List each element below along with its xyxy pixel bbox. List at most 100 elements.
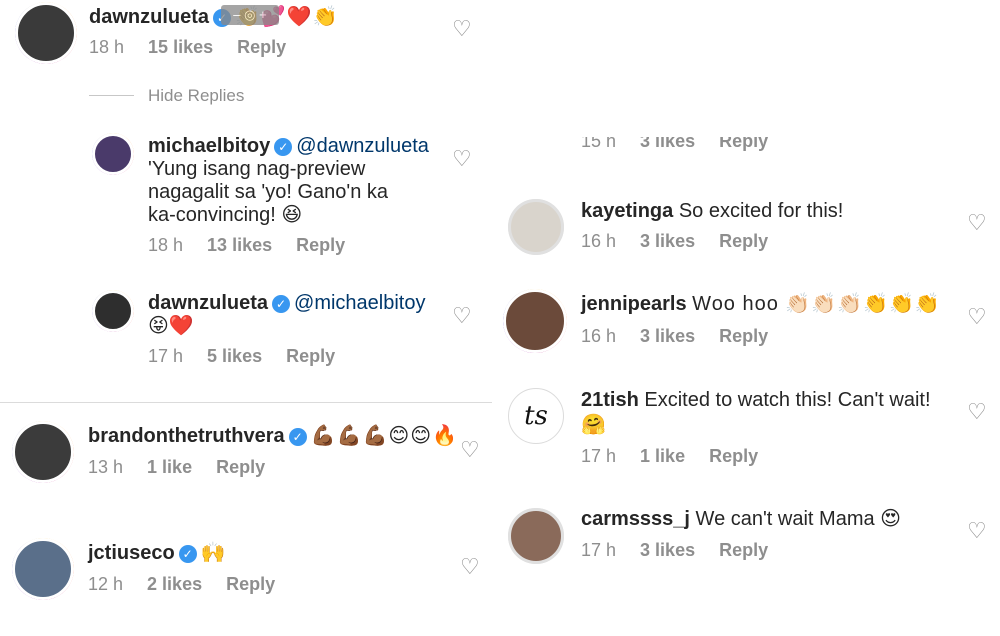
timestamp: 17 h bbox=[148, 346, 184, 366]
avatar[interactable] bbox=[15, 2, 77, 64]
reply-button[interactable]: Reply bbox=[216, 457, 265, 477]
reply-button[interactable]: Reply bbox=[709, 446, 758, 466]
mention-link[interactable]: @michaelbitoy bbox=[294, 292, 425, 314]
timestamp: 16 h bbox=[581, 231, 617, 251]
avatar[interactable]: ts bbox=[508, 388, 564, 444]
right-comment-panel: 15 h 3 likes Reply kayetinga So excited fo… bbox=[492, 0, 1000, 636]
verified-icon: ✓ bbox=[288, 428, 307, 446]
comment-line: kayetinga So excited for this! bbox=[581, 199, 843, 223]
hide-replies-button[interactable]: Hide Replies bbox=[148, 86, 244, 106]
like-heart-icon[interactable]: ♡ bbox=[452, 148, 472, 170]
likes-count[interactable]: 2 likes bbox=[147, 574, 202, 594]
reply-button[interactable]: Reply bbox=[226, 574, 275, 594]
username[interactable]: dawnzulueta bbox=[89, 6, 209, 28]
comment-meta: 17 h 5 likes Reply bbox=[148, 346, 359, 367]
hide-replies-line bbox=[89, 95, 134, 96]
reply-button[interactable]: Reply bbox=[719, 231, 768, 251]
comment-meta: 12 h 2 likes Reply bbox=[88, 574, 299, 595]
comment-line: dawnzulueta ✓ @michaelbitoy bbox=[148, 291, 425, 315]
avatar[interactable] bbox=[508, 199, 564, 255]
username[interactable]: carmssss_j bbox=[581, 508, 690, 530]
avatar[interactable] bbox=[12, 538, 74, 600]
comment-line: brandonthetruthvera ✓ 💪🏾💪🏾💪🏾😊😊🔥 bbox=[88, 424, 458, 448]
comment-meta: 16 h 3 likes Reply bbox=[581, 326, 792, 347]
comment-text: 🙌 bbox=[200, 542, 227, 564]
reply-button[interactable]: Reply bbox=[237, 37, 286, 57]
comment-meta: 16 h 3 likes Reply bbox=[581, 231, 792, 252]
avatar[interactable] bbox=[508, 508, 564, 564]
comment-line: jennipearls Woo hoo 👏🏻👏🏻👏🏻👏👏👏 bbox=[581, 292, 941, 316]
comment-meta: 17 h 3 likes Reply bbox=[581, 540, 792, 561]
like-heart-icon[interactable]: ♡ bbox=[460, 556, 480, 578]
verified-icon: ✓ bbox=[178, 545, 197, 563]
timestamp: 17 h bbox=[581, 540, 617, 560]
reply-button[interactable]: Reply bbox=[719, 326, 768, 346]
comment-text: Woo hoo 👏🏻👏🏻👏🏻👏👏👏 bbox=[692, 293, 941, 315]
comment-text: So excited for this! bbox=[678, 200, 844, 222]
comment-text: 💪🏾💪🏾💪🏾😊😊🔥 bbox=[310, 425, 458, 447]
likes-count[interactable]: 1 like bbox=[640, 446, 685, 466]
comment-meta: 13 h 1 like Reply bbox=[88, 457, 289, 478]
cut-comment-meta: 15 h 3 likes Reply bbox=[492, 137, 1000, 157]
avatar[interactable] bbox=[92, 290, 134, 332]
username[interactable]: michaelbitoy bbox=[148, 135, 270, 157]
likes-count[interactable]: 1 like bbox=[147, 457, 192, 477]
comment-line: dawnzulueta✓👏💕❤️👏 bbox=[89, 5, 339, 29]
timestamp: 12 h bbox=[88, 574, 124, 594]
reply-button[interactable]: Reply bbox=[296, 235, 345, 255]
comment-meta: 18 h 15 likes Reply bbox=[89, 37, 310, 58]
like-heart-icon[interactable]: ♡ bbox=[967, 306, 987, 328]
like-heart-icon[interactable]: ♡ bbox=[460, 439, 480, 461]
like-heart-icon[interactable]: ♡ bbox=[452, 18, 472, 40]
likes-count[interactable]: 3 likes bbox=[640, 231, 695, 251]
reply-button[interactable]: Reply bbox=[286, 346, 335, 366]
comment-line: jctiuseco ✓ 🙌 bbox=[88, 541, 227, 565]
username[interactable]: dawnzulueta bbox=[148, 292, 268, 314]
verified-icon: ✓ bbox=[272, 295, 291, 313]
divider bbox=[0, 402, 492, 403]
username[interactable]: brandonthetruthvera bbox=[88, 425, 285, 447]
reply-button[interactable]: Reply bbox=[719, 540, 768, 560]
comment-meta: 18 h 13 likes Reply bbox=[148, 235, 369, 256]
likes-count[interactable]: 15 likes bbox=[148, 37, 213, 57]
comment-meta: 15 h 3 likes Reply bbox=[581, 137, 792, 152]
comment-text: nagagalit sa 'yo! Gano'n ka bbox=[148, 181, 389, 203]
likes-count[interactable]: 13 likes bbox=[207, 235, 272, 255]
comment-text: Excited to watch this! Can't wait! bbox=[644, 389, 931, 411]
timestamp: 18 h bbox=[148, 235, 184, 255]
comment-line: michaelbitoy ✓ @dawnzulueta bbox=[148, 134, 429, 158]
timestamp: 16 h bbox=[581, 326, 617, 346]
avatar[interactable] bbox=[12, 421, 74, 483]
likes-count[interactable]: 5 likes bbox=[207, 346, 262, 366]
likes-count[interactable]: 3 likes bbox=[640, 326, 695, 346]
comment-text: 🤗 bbox=[581, 414, 606, 436]
like-heart-icon[interactable]: ♡ bbox=[967, 212, 987, 234]
avatar[interactable] bbox=[92, 133, 134, 175]
comment-meta: 17 h 1 like Reply bbox=[581, 446, 782, 467]
comment-text: 'Yung isang nag-preview bbox=[148, 158, 366, 180]
timestamp: 13 h bbox=[88, 457, 124, 477]
mention-link[interactable]: @dawnzulueta bbox=[296, 135, 429, 157]
comment-text: 😝❤️ bbox=[148, 315, 194, 337]
username[interactable]: kayetinga bbox=[581, 200, 673, 222]
like-heart-icon[interactable]: ♡ bbox=[452, 305, 472, 327]
likes-count[interactable]: 3 likes bbox=[640, 137, 695, 151]
likes-count[interactable]: 3 likes bbox=[640, 540, 695, 560]
reply-button[interactable]: Reply bbox=[719, 137, 768, 151]
username[interactable]: 21tish bbox=[581, 389, 639, 411]
like-heart-icon[interactable]: ♡ bbox=[967, 401, 987, 423]
username[interactable]: jennipearls bbox=[581, 293, 687, 315]
zoom-overlay: – ◎ + bbox=[221, 5, 279, 25]
left-comment-panel: dawnzulueta✓👏💕❤️👏 – ◎ + 18 h 15 likes Repl… bbox=[0, 0, 492, 636]
like-heart-icon[interactable]: ♡ bbox=[967, 520, 987, 542]
comment-text: We can't wait Mama 😍 bbox=[695, 508, 902, 530]
timestamp: 17 h bbox=[581, 446, 617, 466]
comment-text: ka-convincing! 😆 bbox=[148, 204, 303, 226]
username[interactable]: jctiuseco bbox=[88, 542, 175, 564]
avatar[interactable] bbox=[503, 289, 567, 353]
verified-icon: ✓ bbox=[274, 138, 293, 156]
ts-logo-icon: ts bbox=[524, 401, 548, 431]
comment-line: carmssss_j We can't wait Mama 😍 bbox=[581, 507, 901, 531]
timestamp: 15 h bbox=[581, 137, 617, 151]
timestamp: 18 h bbox=[89, 37, 125, 57]
